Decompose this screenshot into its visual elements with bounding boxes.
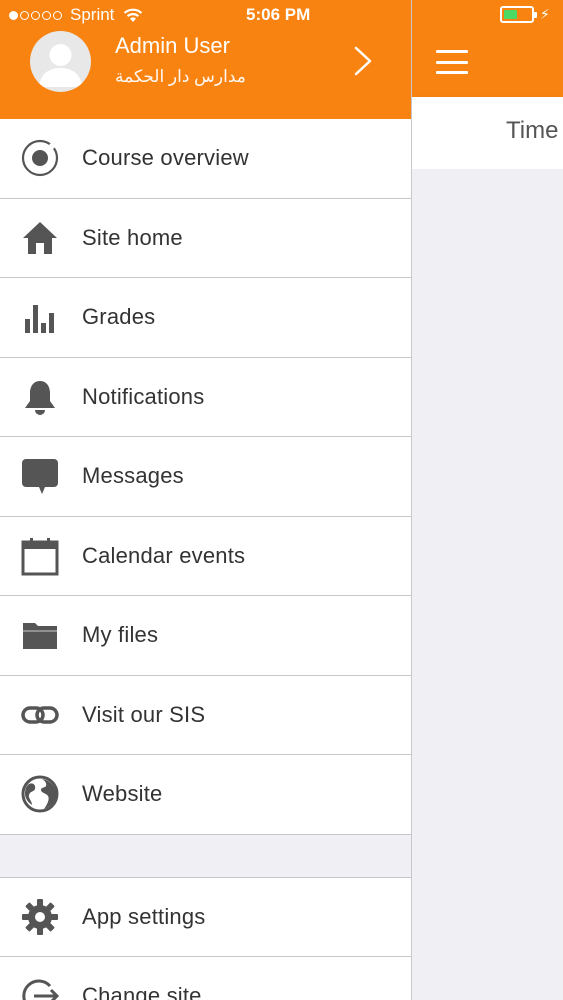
chat-bubble-icon (0, 456, 82, 496)
menu-item-label: App settings (82, 903, 206, 929)
clock: 5:06 PM (246, 5, 311, 24)
bell-icon (0, 377, 82, 417)
avatar[interactable] (30, 31, 91, 92)
menu-item-website[interactable]: Website (0, 755, 411, 835)
menu-item-calendar-events[interactable]: Calendar events (0, 516, 411, 596)
logout-icon (0, 976, 82, 1000)
stats-bars-icon (0, 297, 82, 337)
globe-icon (0, 774, 82, 814)
battery-icon (500, 6, 537, 23)
calendar-icon (0, 536, 82, 576)
user-avatar-icon (39, 44, 82, 87)
site-name: مدارس دار الحكمة (115, 67, 246, 86)
menu-item-label: My files (82, 622, 159, 648)
menu-item-site-home[interactable]: Site home (0, 198, 411, 278)
carrier-label: Sprint (70, 5, 115, 24)
status-right: ⚡ (500, 6, 550, 23)
menu-item-label: Site home (82, 224, 183, 250)
menu-item-label: Grades (82, 304, 156, 330)
menu-item-my-files[interactable]: My files (0, 596, 411, 676)
menu-item-course-overview[interactable]: Course overview (0, 119, 411, 199)
menu-item-label: Visit our SIS (82, 701, 206, 727)
menu-item-label: Notifications (82, 383, 205, 409)
menu-item-app-settings[interactable]: App settings (0, 877, 411, 957)
menu-item-label: Course overview (82, 145, 249, 171)
charging-icon: ⚡ (540, 6, 550, 23)
menu-list: Course overview Site home Grades Notific… (0, 119, 411, 1000)
link-icon (0, 695, 82, 735)
side-menu: Sprint 5:06 PM Admin User مدارس دار الحك… (0, 0, 412, 1000)
main-content (412, 169, 563, 1000)
drawer-header: Sprint 5:06 PM Admin User مدارس دار الحك… (0, 0, 411, 119)
menu-item-visit-our-sis[interactable]: Visit our SIS (0, 675, 411, 755)
menu-item-label: Messages (82, 463, 184, 489)
menu-divider (0, 834, 411, 878)
menu-item-notifications[interactable]: Notifications (0, 357, 411, 437)
menu-item-change-site[interactable]: Change site (0, 957, 411, 1000)
wifi-icon (124, 8, 143, 22)
segment-bar: Time (412, 97, 563, 169)
menu-toggle-button[interactable] (436, 50, 468, 74)
menu-item-messages[interactable]: Messages (0, 437, 411, 517)
signal-icon (9, 10, 62, 20)
home-icon (0, 218, 82, 258)
ionic-icon (0, 138, 82, 178)
menu-item-label: Calendar events (82, 542, 246, 568)
status-bar: Sprint (9, 5, 143, 25)
gear-icon (0, 897, 82, 937)
user-name[interactable]: Admin User (115, 33, 230, 59)
menu-item-label: Website (82, 781, 163, 807)
menu-item-grades[interactable]: Grades (0, 278, 411, 358)
menu-item-label: Change site (82, 983, 202, 1000)
folder-icon (0, 615, 82, 655)
chevron-right-icon[interactable] (350, 44, 376, 78)
segment-tab-time[interactable]: Time (506, 117, 558, 145)
